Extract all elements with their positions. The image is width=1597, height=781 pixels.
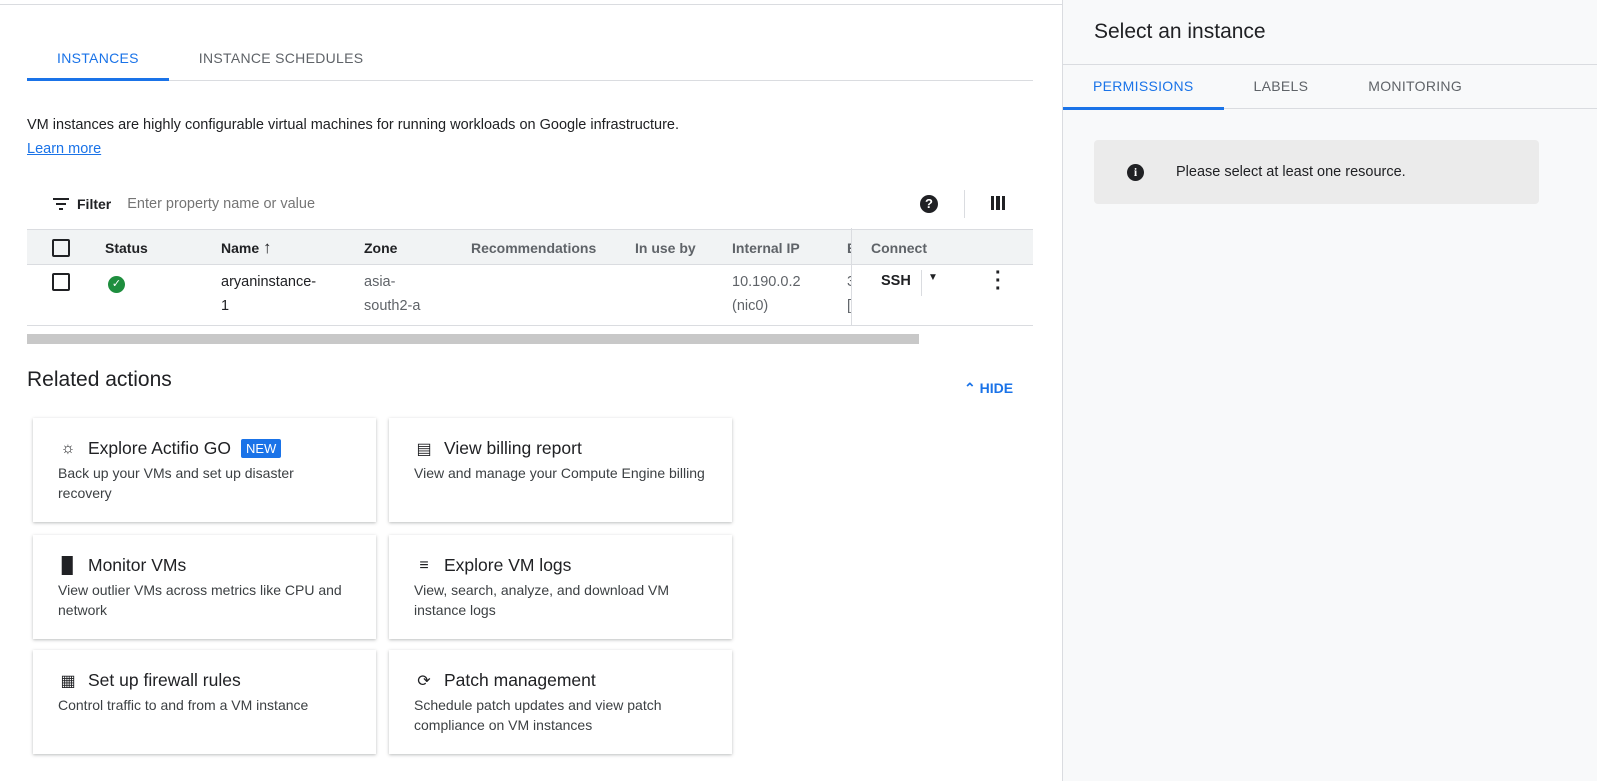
connect-column: SSH ▼ · · · — [851, 228, 1033, 325]
info-text: Please select at least one resource. — [1176, 164, 1406, 180]
card-monitor-vms[interactable]: ▉ Monitor VMs View outlier VMs across metr… — [33, 535, 376, 639]
select-all-checkbox[interactable] — [52, 239, 70, 257]
card-desc: Control traffic to and from a VM instanc… — [58, 697, 309, 713]
card-explore-actifio[interactable]: ☼ Explore Actifio GO NEW Back up your VMs a… — [33, 418, 376, 522]
info-icon: i — [1127, 163, 1144, 181]
page-description: VM instances are highly configurable vir… — [27, 113, 687, 161]
card-desc: View outlier VMs across metrics like CPU… — [58, 582, 342, 618]
horizontal-scrollbar[interactable] — [27, 334, 919, 344]
logs-icon: ≡ — [419, 556, 429, 574]
divider — [964, 190, 965, 218]
panel-title: Select an instance — [1094, 20, 1266, 43]
related-actions-title: Related actions — [27, 368, 172, 391]
backup-icon: ☼ — [60, 439, 76, 457]
card-vm-logs[interactable]: ≡ Explore VM logs View, search, analyze, a… — [389, 535, 732, 639]
card-title: Set up firewall rules — [88, 670, 241, 690]
tab-labels[interactable]: LABELS — [1224, 65, 1339, 110]
tab-monitoring[interactable]: MONITORING — [1338, 65, 1492, 110]
hide-label: HIDE — [979, 380, 1014, 396]
credit-card-icon: ▤ — [416, 440, 432, 458]
col-internal-ip[interactable]: Internal IP — [732, 236, 800, 260]
chevron-up-icon: ⌃ — [964, 380, 976, 396]
zone-line: south2-a — [364, 298, 421, 314]
divider — [921, 270, 922, 296]
card-title: Explore Actifio GO — [88, 438, 231, 458]
ssh-button[interactable]: SSH — [881, 273, 911, 289]
card-billing-report[interactable]: ▤ View billing report View and manage your… — [389, 418, 732, 522]
instance-name-link[interactable]: aryaninstance- 1 — [221, 270, 336, 318]
tab-permissions[interactable]: PERMISSIONS — [1063, 65, 1224, 110]
col-zone[interactable]: Zone — [364, 236, 397, 260]
firewall-icon: ▦ — [60, 672, 76, 690]
filter-icon[interactable] — [53, 198, 69, 210]
col-name-label: Name — [221, 240, 260, 256]
zone-line: asia- — [364, 274, 396, 290]
new-badge: NEW — [240, 439, 282, 458]
filter-label: Filter — [77, 196, 112, 212]
learn-more-link[interactable]: Learn more — [27, 141, 101, 157]
bar-chart-icon: ▉ — [61, 557, 75, 575]
status-running-icon: ✓ — [108, 276, 125, 293]
card-patch-management[interactable]: ⟳ Patch management Schedule patch updates … — [389, 650, 732, 754]
card-desc: View and manage your Compute Engine bill… — [414, 465, 705, 481]
filter-input[interactable] — [127, 196, 528, 212]
card-desc: Back up your VMs and set up disaster rec… — [58, 465, 294, 501]
column-display-icon[interactable] — [991, 196, 1005, 210]
row-checkbox[interactable] — [52, 273, 70, 291]
hide-button[interactable]: ⌃ HIDE — [964, 380, 1013, 397]
info-message: i Please select at least one resource. — [1094, 140, 1539, 204]
col-in-use-by[interactable]: In use by — [635, 236, 696, 260]
description-text: VM instances are highly configurable vir… — [27, 117, 680, 133]
card-title: Patch management — [444, 670, 596, 690]
tab-instance-schedules[interactable]: INSTANCE SCHEDULES — [169, 36, 394, 81]
col-status[interactable]: Status — [105, 236, 148, 260]
filter-bar: Filter ? — [27, 190, 1033, 218]
tab-instances[interactable]: INSTANCES — [27, 36, 169, 81]
card-title: Explore VM logs — [444, 555, 572, 575]
ssh-dropdown-icon[interactable]: ▼ — [928, 272, 938, 283]
ip-line: 10.190.0.2 — [732, 274, 801, 290]
arrow-up-icon: ↑ — [263, 238, 272, 257]
tab-bar: INSTANCES INSTANCE SCHEDULES — [27, 36, 1033, 81]
card-title: Monitor VMs — [88, 555, 187, 575]
panel-tabs: PERMISSIONS LABELS MONITORING — [1063, 64, 1597, 110]
patch-icon: ⟳ — [417, 672, 431, 690]
card-desc: Schedule patch updates and view patch co… — [414, 697, 662, 733]
more-vert-icon[interactable]: · · · — [995, 263, 1002, 299]
col-recommendations[interactable]: Recommendations — [471, 236, 596, 260]
help-icon[interactable]: ? — [920, 195, 938, 213]
card-firewall-rules[interactable]: ▦ Set up firewall rules Control traffic to… — [33, 650, 376, 754]
card-desc: View, search, analyze, and download VM i… — [414, 582, 670, 618]
ip-line: (nic0) — [732, 298, 769, 314]
info-panel: Select an instance PERMISSIONS LABELS MO… — [1062, 0, 1597, 781]
zone-cell: asia-south2-a — [364, 270, 420, 318]
internal-ip-cell: 10.190.0.2 (nic0) — [732, 270, 801, 318]
col-name[interactable]: Name ↑ — [221, 236, 272, 260]
top-divider — [0, 4, 1062, 5]
card-title: View billing report — [444, 438, 582, 458]
instances-table: Status Name ↑ Zone Recommendations In us… — [27, 228, 1033, 326]
